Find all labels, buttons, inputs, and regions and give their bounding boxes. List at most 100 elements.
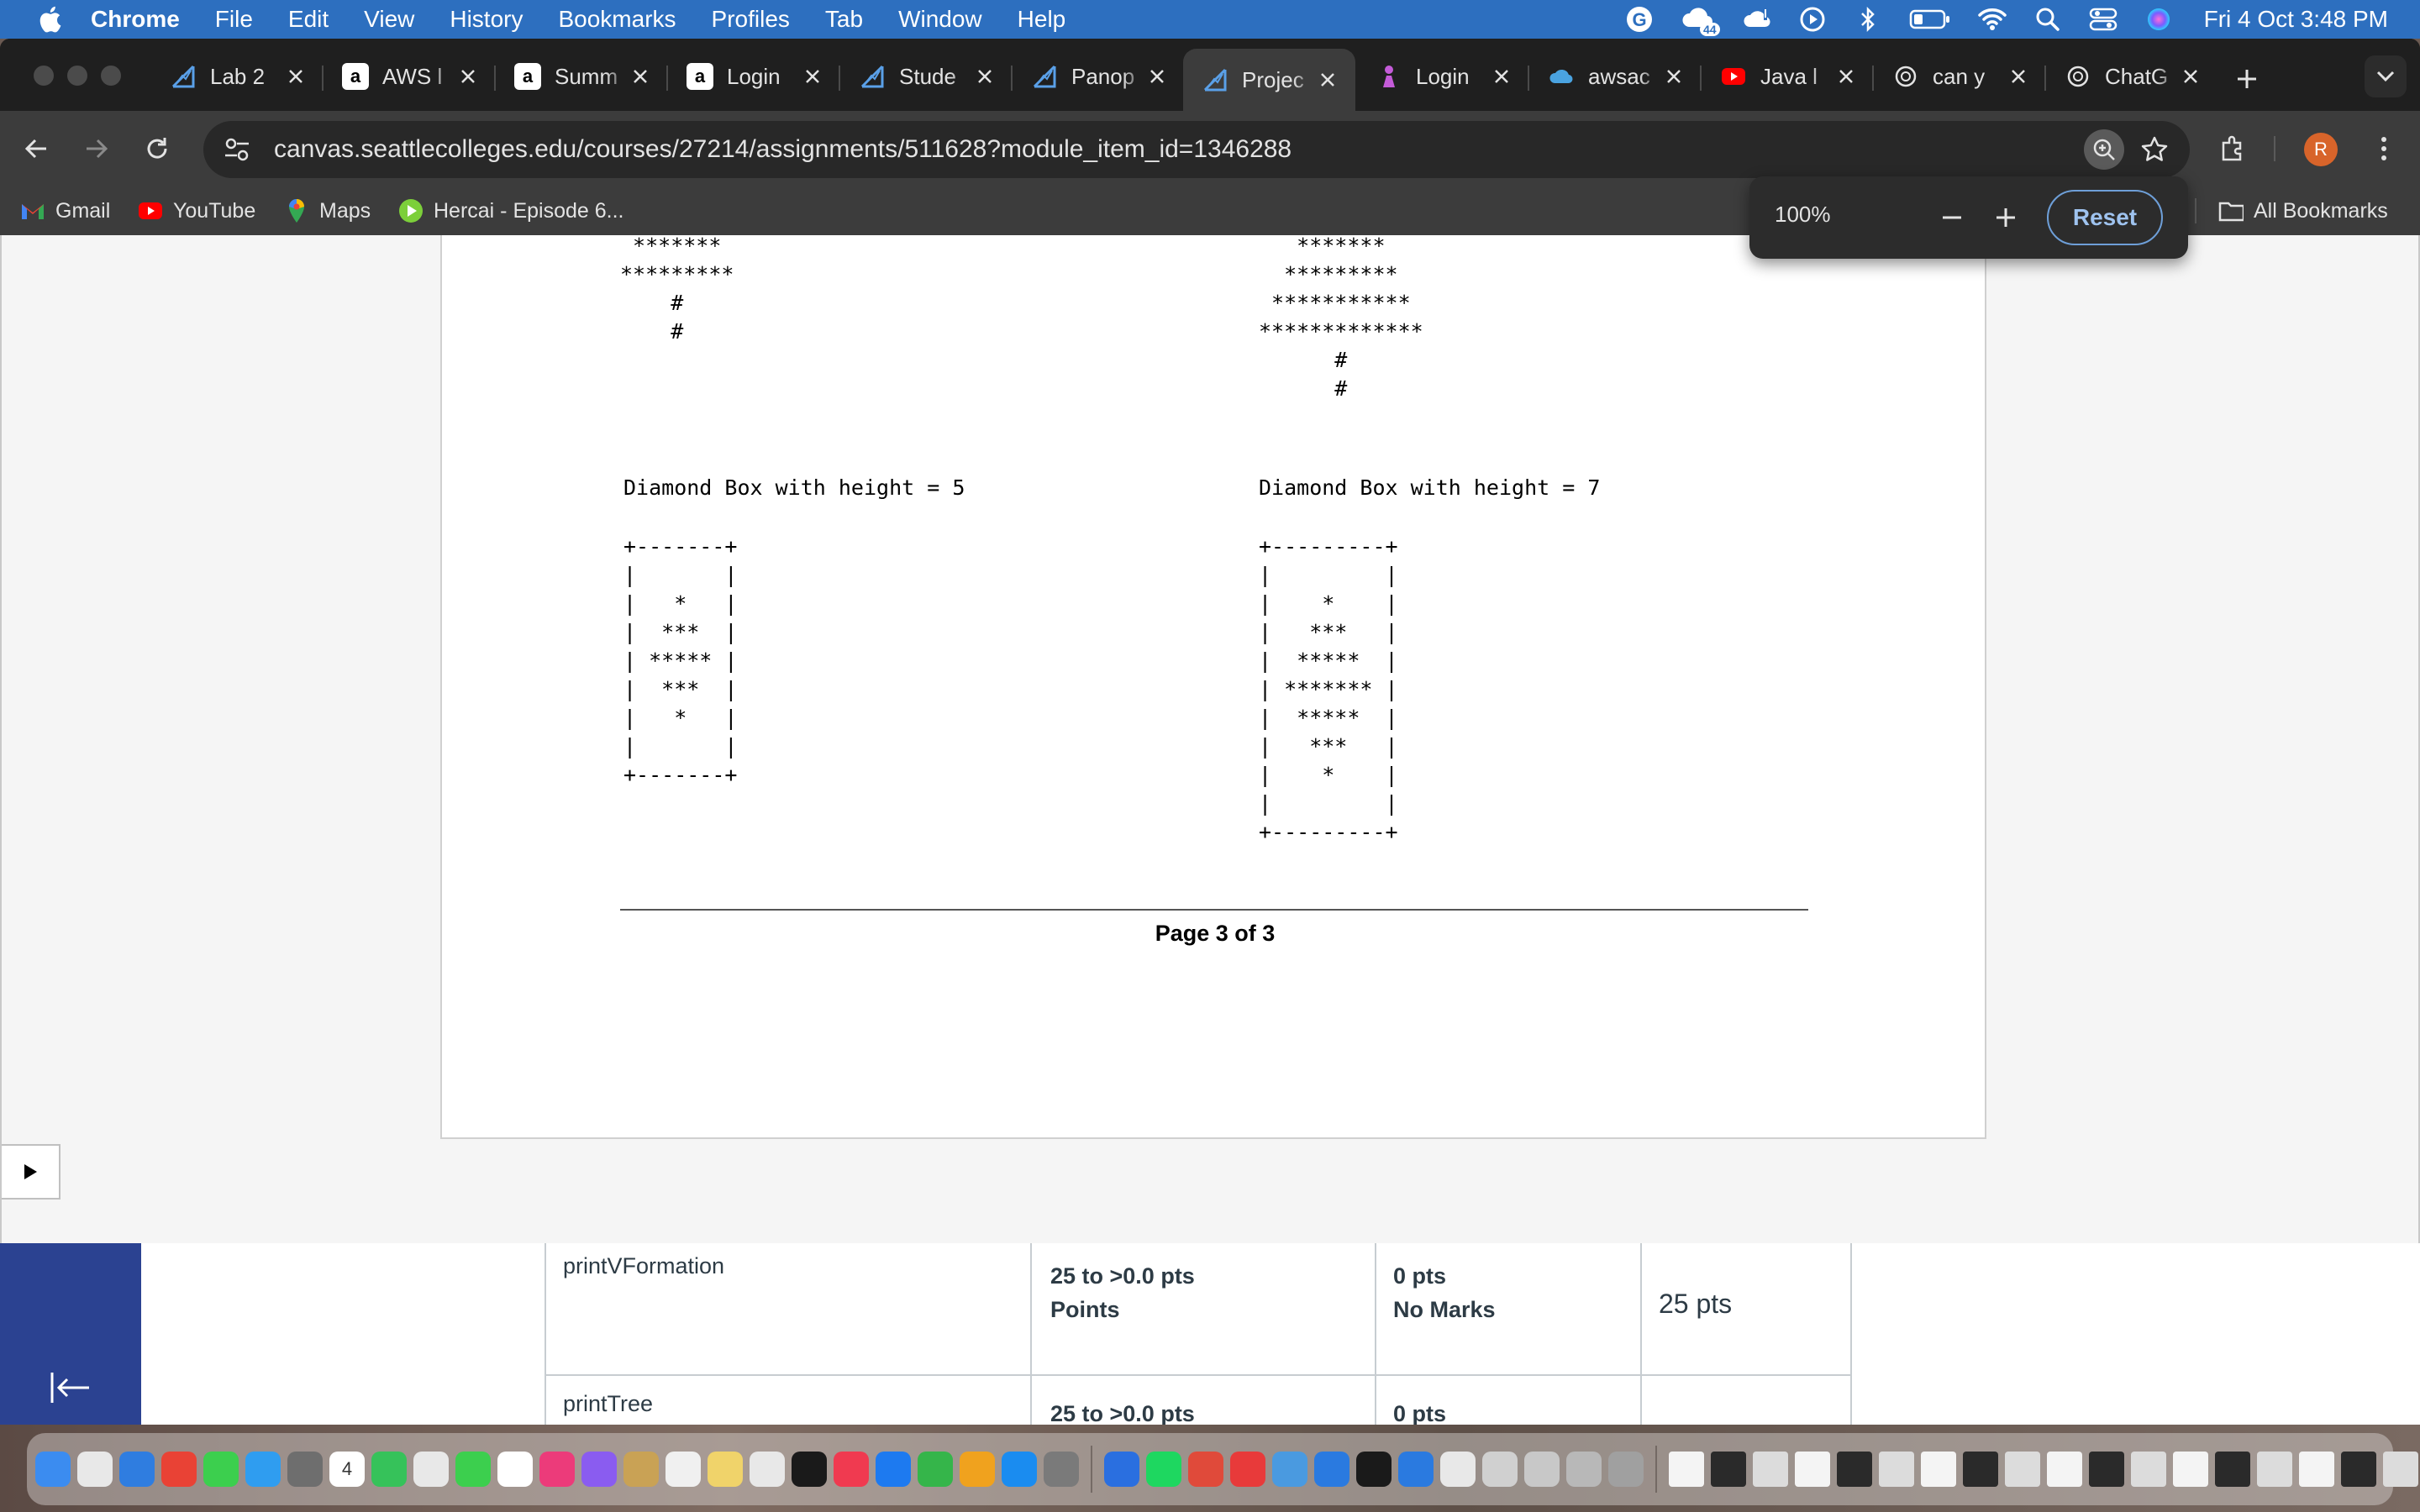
- dock-app-icon[interactable]: [77, 1452, 113, 1487]
- recent-document-thumbnail[interactable]: [1669, 1452, 1704, 1487]
- bluetooth-icon[interactable]: [1853, 4, 1883, 34]
- bookmark-youtube[interactable]: YouTube: [138, 195, 255, 227]
- dock-app-icon[interactable]: [371, 1452, 407, 1487]
- close-tab-icon[interactable]: [455, 64, 481, 89]
- recent-document-thumbnail[interactable]: [2383, 1452, 2418, 1487]
- recent-document-thumbnail[interactable]: [2089, 1452, 2124, 1487]
- dock-app-icon[interactable]: [497, 1452, 533, 1487]
- all-bookmarks-button[interactable]: All Bookmarks: [2218, 195, 2388, 227]
- dock-app-icon[interactable]: [1398, 1452, 1434, 1487]
- siri-icon[interactable]: [2144, 4, 2174, 34]
- browser-tab[interactable]: Java l: [1702, 50, 1874, 102]
- close-tab-icon[interactable]: [972, 64, 997, 89]
- recent-document-thumbnail[interactable]: [1879, 1452, 1914, 1487]
- dock-app-icon[interactable]: [1566, 1452, 1602, 1487]
- close-tab-icon[interactable]: [1661, 64, 1686, 89]
- dock-app-icon[interactable]: [708, 1452, 743, 1487]
- new-tab-button[interactable]: [2230, 62, 2264, 96]
- zoom-in-button[interactable]: [1986, 198, 2025, 237]
- menu-bookmarks[interactable]: Bookmarks: [558, 6, 676, 33]
- browser-tab[interactable]: Login: [1357, 50, 1529, 102]
- zoom-reset-button[interactable]: Reset: [2047, 190, 2163, 245]
- recent-document-thumbnail[interactable]: [2131, 1452, 2166, 1487]
- close-tab-icon[interactable]: [1144, 64, 1170, 89]
- browser-tab[interactable]: Stude: [840, 50, 1013, 102]
- dock-app-icon[interactable]: [1044, 1452, 1079, 1487]
- dock-app-icon[interactable]: [1188, 1452, 1223, 1487]
- maximize-window-button[interactable]: [101, 66, 121, 86]
- dock-app-icon[interactable]: [119, 1452, 155, 1487]
- menu-help[interactable]: Help: [1018, 6, 1066, 33]
- browser-tab[interactable]: Projec: [1183, 49, 1355, 111]
- zoom-icon[interactable]: [2084, 129, 2124, 170]
- dock-app-icon[interactable]: [1230, 1452, 1265, 1487]
- dock-app-icon[interactable]: [1524, 1452, 1560, 1487]
- apple-menu-icon[interactable]: [34, 3, 66, 35]
- recent-document-thumbnail[interactable]: [1837, 1452, 1872, 1487]
- site-info-icon[interactable]: [218, 131, 255, 168]
- menu-profiles[interactable]: Profiles: [712, 6, 790, 33]
- dock-app-icon[interactable]: [1440, 1452, 1476, 1487]
- grammarly-icon[interactable]: G: [1624, 4, 1655, 34]
- browser-tab[interactable]: a Login: [668, 50, 840, 102]
- recent-document-thumbnail[interactable]: [2173, 1452, 2208, 1487]
- dock-app-icon[interactable]: [1608, 1452, 1644, 1487]
- spotlight-search-icon[interactable]: [2033, 4, 2063, 34]
- bookmark-star-icon[interactable]: [2134, 129, 2175, 170]
- dock-app-icon[interactable]: [623, 1452, 659, 1487]
- dock-app-icon[interactable]: [1356, 1452, 1392, 1487]
- profile-avatar[interactable]: R: [2304, 133, 2338, 166]
- dock-app-icon[interactable]: [792, 1452, 827, 1487]
- recent-document-thumbnail[interactable]: [1711, 1452, 1746, 1487]
- dock-app-icon[interactable]: [960, 1452, 995, 1487]
- dock-app-icon[interactable]: [1272, 1452, 1307, 1487]
- close-window-button[interactable]: [34, 66, 54, 86]
- url-text[interactable]: canvas.seattlecolleges.edu/courses/27214…: [274, 135, 1292, 164]
- recent-document-thumbnail[interactable]: [2299, 1452, 2334, 1487]
- dock-app-icon[interactable]: [161, 1452, 197, 1487]
- recent-document-thumbnail[interactable]: [1795, 1452, 1830, 1487]
- recent-document-thumbnail[interactable]: [1921, 1452, 1956, 1487]
- minimize-window-button[interactable]: [67, 66, 87, 86]
- bookmark-maps[interactable]: Maps: [284, 195, 371, 227]
- menu-view[interactable]: View: [364, 6, 414, 33]
- zoom-out-button[interactable]: [1933, 198, 1971, 237]
- finder-icon[interactable]: [35, 1452, 71, 1487]
- dock-app-icon[interactable]: [666, 1452, 701, 1487]
- extensions-icon[interactable]: [2213, 129, 2252, 168]
- menu-file[interactable]: File: [215, 6, 253, 33]
- browser-tab[interactable]: a Summ: [496, 50, 668, 102]
- close-tab-icon[interactable]: [1489, 64, 1514, 89]
- dock-app-icon[interactable]: [750, 1452, 785, 1487]
- menu-window[interactable]: Window: [898, 6, 982, 33]
- address-bar[interactable]: canvas.seattlecolleges.edu/courses/27214…: [203, 121, 2190, 178]
- dock-app-icon[interactable]: [918, 1452, 953, 1487]
- dock-app-icon[interactable]: [1482, 1452, 1518, 1487]
- close-tab-icon[interactable]: [1833, 64, 1859, 89]
- bookmark-gmail[interactable]: Gmail: [20, 195, 110, 227]
- dock-app-icon[interactable]: [539, 1452, 575, 1487]
- calendar-icon[interactable]: 4: [329, 1452, 365, 1487]
- browser-tab[interactable]: Panop: [1013, 50, 1185, 102]
- battery-icon[interactable]: [1908, 4, 1952, 34]
- dock-app-icon[interactable]: [455, 1452, 491, 1487]
- forward-button[interactable]: [77, 129, 116, 168]
- reload-button[interactable]: [138, 129, 176, 168]
- dock-app-icon[interactable]: [581, 1452, 617, 1487]
- control-center-icon[interactable]: [2088, 4, 2118, 34]
- tab-search-button[interactable]: [2365, 55, 2407, 97]
- dock-app-icon[interactable]: [1104, 1452, 1139, 1487]
- recent-document-thumbnail[interactable]: [2005, 1452, 2040, 1487]
- close-tab-icon[interactable]: [283, 64, 308, 89]
- dock-app-icon[interactable]: [1314, 1452, 1349, 1487]
- close-tab-icon[interactable]: [628, 64, 653, 89]
- dock-app-icon[interactable]: [413, 1452, 449, 1487]
- alert-cloud-icon[interactable]: [1742, 4, 1772, 34]
- close-tab-icon[interactable]: [2006, 64, 2031, 89]
- close-tab-icon[interactable]: [1315, 67, 1340, 92]
- wifi-icon[interactable]: [1977, 4, 2007, 34]
- dock-app-icon[interactable]: [1002, 1452, 1037, 1487]
- recent-document-thumbnail[interactable]: [2215, 1452, 2250, 1487]
- recent-document-thumbnail[interactable]: [1963, 1452, 1998, 1487]
- recent-document-thumbnail[interactable]: [2047, 1452, 2082, 1487]
